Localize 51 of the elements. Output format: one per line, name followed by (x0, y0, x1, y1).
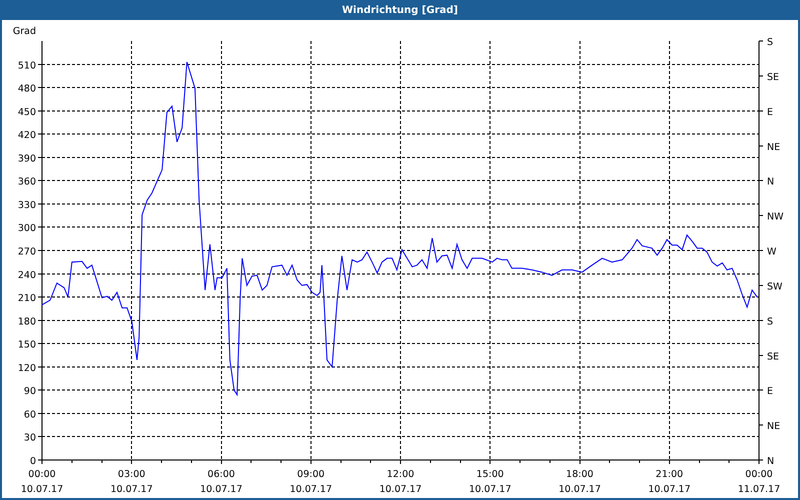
compass-tick-label: N (767, 456, 774, 467)
x-date-label: 10.07.17 (558, 484, 601, 495)
compass-tick-label: S (767, 37, 774, 48)
y-tick-label: 300 (18, 223, 36, 234)
x-tick-label: 09:00 (297, 469, 325, 480)
y-tick-label: 120 (18, 362, 36, 374)
compass-tick-label: NE (767, 421, 780, 432)
compass-tick-label: NE (767, 142, 780, 153)
x-date-label: 10.07.17 (20, 484, 64, 495)
y-tick-label: 510 (18, 60, 36, 72)
compass-tick-label: SE (767, 351, 780, 362)
compass-tick-label: SE (767, 72, 780, 83)
x-tick-label: 12:00 (386, 469, 414, 480)
x-tick-label: 06:00 (208, 469, 235, 480)
y-tick-label: 150 (18, 340, 36, 351)
window-title: Windrichtung [Grad] (342, 4, 458, 16)
compass-tick-label: NW (767, 212, 784, 223)
compass-tick-label: N (767, 176, 774, 188)
compass-tick-label: E (767, 106, 774, 118)
y-tick-label: 270 (18, 246, 36, 258)
x-tick-label: 18:00 (566, 469, 594, 480)
y-tick-label: 480 (18, 84, 36, 95)
y-tick-label: 0 (30, 456, 36, 467)
x-date-label: 10.07.17 (468, 484, 512, 495)
axis-title: Grad (12, 26, 36, 37)
x-tick-label: 00:00 (28, 469, 56, 480)
y-tick-label: 210 (18, 293, 36, 304)
compass-tick-label: S (767, 316, 774, 328)
y-tick-label: 450 (18, 106, 36, 118)
x-date-label: 10.07.17 (648, 484, 691, 495)
x-tick-label: 15:00 (476, 469, 504, 480)
x-date-label: 10.07.17 (200, 484, 242, 495)
x-date-label: 11.07.17 (738, 484, 780, 495)
y-tick-label: 180 (18, 316, 36, 328)
y-tick-label: 240 (18, 270, 36, 281)
y-tick-label: 60 (24, 409, 36, 420)
y-tick-label: 30 (24, 432, 36, 444)
y-tick-label: 420 (18, 130, 36, 142)
compass-tick-label: W (767, 246, 776, 258)
x-date-label: 10.07.17 (290, 484, 332, 495)
y-tick-label: 390 (18, 153, 36, 164)
x-date-label: 10.07.17 (379, 484, 422, 495)
x-tick-label: 21:00 (656, 469, 684, 480)
x-tick-label: 00:00 (745, 469, 773, 480)
y-tick-label: 90 (24, 386, 36, 398)
x-date-label: 10.07.17 (110, 484, 153, 495)
compass-tick-label: E (767, 386, 774, 398)
y-tick-label: 330 (18, 200, 36, 211)
y-tick-label: 360 (18, 176, 36, 188)
compass-tick-label: SW (767, 281, 782, 292)
x-tick-label: 03:00 (118, 469, 146, 480)
